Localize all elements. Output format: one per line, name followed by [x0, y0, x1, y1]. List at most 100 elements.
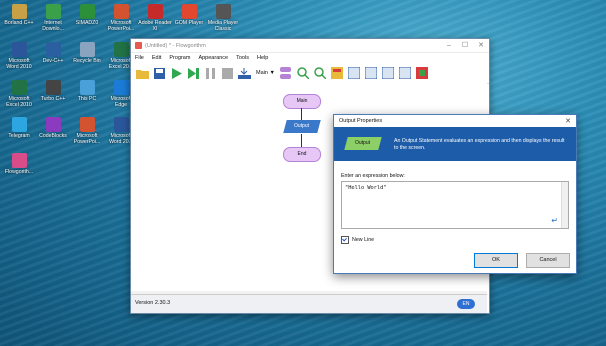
desktop-icon[interactable]: This PC	[70, 80, 104, 102]
stop-icon[interactable]	[220, 66, 234, 80]
app-shortcut-icon	[11, 117, 27, 132]
desktop-icon-label: Media Player Classic	[207, 20, 239, 32]
flowchart-start-shape[interactable]: Main	[283, 94, 321, 109]
flowchart-output-shape[interactable]: Output	[283, 120, 321, 133]
language-badge[interactable]: EN	[457, 299, 475, 309]
expression-prompt: Enter an expression below:	[341, 173, 405, 179]
desktop-icon[interactable]: Internet Downlo...	[36, 4, 70, 32]
desktop-icon[interactable]: Flowgorith...	[2, 153, 36, 175]
minimize-icon[interactable]: –	[441, 39, 457, 52]
desktop-icon-label: Microsoft PowerPoi...	[73, 133, 101, 145]
menu-file[interactable]: File	[135, 55, 144, 61]
app-shortcut-icon	[79, 80, 95, 95]
expression-scrollbar[interactable]	[561, 182, 568, 228]
desktop-icon[interactable]: Microsoft PowerPoi...	[104, 4, 138, 32]
desktop-icon-label: Telegram	[8, 133, 30, 139]
run-icon[interactable]	[169, 66, 183, 80]
app-shortcut-icon	[79, 4, 95, 19]
app-shortcut-icon	[113, 117, 129, 132]
dialog-title: Output Properties	[339, 118, 383, 124]
cancel-button[interactable]: Cancel	[526, 253, 570, 268]
desktop-icon[interactable]: Microsoft Word 2010	[2, 42, 36, 70]
app-shortcut-icon	[79, 117, 95, 132]
window-titlebar[interactable]: (Untitled) * - Flowgorithm – ☐ ✕	[131, 39, 489, 53]
app-shortcut-icon	[147, 4, 163, 19]
step-icon[interactable]	[186, 66, 200, 80]
close-icon[interactable]: ✕	[565, 117, 571, 125]
desktop-icon[interactable]: Turbo C++	[36, 80, 70, 102]
desktop-icon[interactable]: Microsoft PowerPoi...	[70, 117, 104, 145]
pause-icon[interactable]	[203, 66, 217, 80]
desktop-icon-label: CodeBlocks	[39, 133, 67, 139]
app-shortcut-icon	[113, 4, 129, 19]
toolbar: Main ▼	[131, 63, 489, 84]
desktop-icon-label: Flowgorith...	[4, 169, 34, 175]
menu-bar: File Edit Program Appearance Tools Help	[131, 53, 489, 63]
save-icon[interactable]	[152, 66, 166, 80]
flowchart-connector[interactable]	[301, 108, 302, 120]
desktop-icon[interactable]: GOM Player	[172, 4, 206, 26]
desktop-icon-label: Microsoft PowerPoi...	[107, 20, 135, 32]
desktop-icon[interactable]: Dev-C++	[36, 42, 70, 64]
desktop-icon[interactable]: Telegram	[2, 117, 36, 139]
layout-icon[interactable]	[330, 66, 344, 80]
source-view-icon[interactable]	[381, 66, 395, 80]
dialog-header: Output An Output Statement evaluates an …	[334, 127, 576, 161]
app-shortcut-icon	[113, 80, 129, 95]
newline-option[interactable]: New Line	[341, 236, 374, 244]
desktop-icon-label: Turbo C++	[40, 96, 66, 102]
enter-key-icon[interactable]: ↵	[551, 216, 558, 225]
desktop-icon-label: SIMADZ0	[75, 20, 99, 26]
menu-help[interactable]: Help	[257, 55, 268, 61]
desktop-icon[interactable]: Media Player Classic	[206, 4, 240, 32]
app-shortcut-icon	[45, 4, 61, 19]
variable-watch-icon[interactable]	[347, 66, 361, 80]
chart-view-icon[interactable]	[398, 66, 412, 80]
desktop-icon-label: GOM Player	[174, 20, 204, 26]
desktop-icon-label: Adobe Reader XI	[138, 20, 172, 32]
desktop-icon-label: This PC	[77, 96, 97, 102]
desktop-icon[interactable]: Adobe Reader XI	[138, 4, 172, 32]
output-properties-dialog: Output Properties ✕ Output An Output Sta…	[333, 114, 577, 274]
close-icon[interactable]: ✕	[473, 39, 489, 52]
expression-input[interactable]: "Hello World" ↵	[341, 181, 569, 229]
desktop-icon-label: Recycle Bin	[73, 58, 101, 64]
menu-edit[interactable]: Edit	[152, 55, 161, 61]
speed-icon[interactable]	[237, 66, 251, 80]
function-manager-icon[interactable]	[279, 66, 293, 80]
desktop-icon-label: Borland C++	[4, 20, 34, 26]
desktop-icon[interactable]: Borland C++	[2, 4, 36, 26]
open-folder-icon[interactable]	[135, 66, 149, 80]
zoom-out-icon[interactable]	[313, 66, 327, 80]
flowchart-connector[interactable]	[301, 134, 302, 147]
flowgorithm-app-icon	[135, 42, 142, 49]
newline-checkbox[interactable]	[341, 236, 349, 244]
menu-tools[interactable]: Tools	[236, 55, 249, 61]
dialog-titlebar[interactable]: Output Properties ✕	[334, 115, 576, 127]
app-shortcut-icon	[79, 42, 95, 57]
app-shortcut-icon	[45, 42, 61, 57]
desktop-icon-label: Internet Downlo...	[42, 20, 64, 32]
desktop-icon[interactable]: Recycle Bin	[70, 42, 104, 64]
status-bar: Version 2.30.3 EN	[131, 294, 487, 313]
menu-appearance[interactable]: Appearance	[198, 55, 228, 61]
console-icon[interactable]	[364, 66, 378, 80]
app-shortcut-icon	[11, 42, 27, 57]
desktop-icon[interactable]: CodeBlocks	[36, 117, 70, 139]
desktop-icon[interactable]: Microsoft Excel 2010	[2, 80, 36, 108]
ok-button[interactable]: OK	[474, 253, 518, 268]
window-title: (Untitled) * - Flowgorithm	[145, 42, 206, 49]
desktop-icon-label: Dev-C++	[42, 58, 64, 64]
zoom-in-icon[interactable]	[296, 66, 310, 80]
app-shortcut-icon	[45, 117, 61, 132]
settings-icon[interactable]	[415, 66, 429, 80]
maximize-icon[interactable]: ☐	[457, 39, 473, 52]
flowchart-end-shape[interactable]: End	[283, 147, 321, 162]
menu-program[interactable]: Program	[169, 55, 190, 61]
function-select[interactable]: Main ▼	[256, 70, 275, 76]
desktop-icon-label: Microsoft Word 2010	[6, 58, 32, 70]
app-shortcut-icon	[11, 153, 27, 168]
output-shape-icon: Output	[344, 137, 382, 150]
desktop-icon[interactable]: SIMADZ0	[70, 4, 104, 26]
app-shortcut-icon	[45, 80, 61, 95]
